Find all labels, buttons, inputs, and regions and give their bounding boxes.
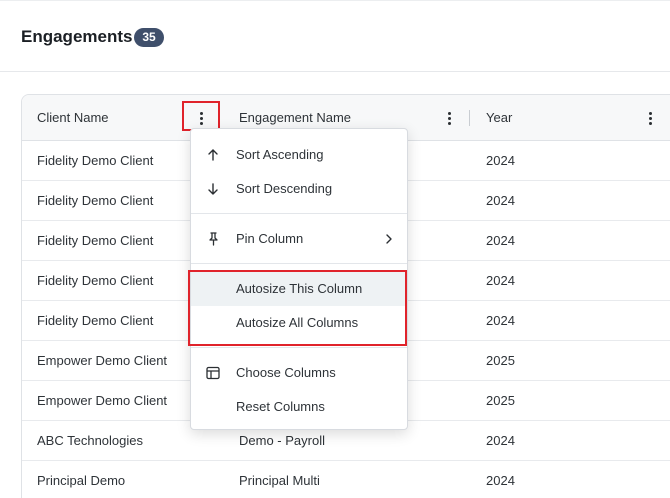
menu-item-choose-columns[interactable]: Choose Columns	[191, 356, 407, 390]
menu-item-label: Choose Columns	[236, 365, 336, 380]
arrow-down-icon	[208, 183, 218, 195]
menu-item-pin-column[interactable]: Pin Column	[191, 222, 407, 256]
year-cell: 2025	[486, 353, 515, 368]
menu-divider	[191, 263, 407, 264]
column-resize-handle[interactable]	[469, 110, 470, 126]
client-cell: Fidelity Demo Client	[37, 153, 154, 168]
menu-item-label: Reset Columns	[236, 399, 325, 414]
menu-item-reset-columns[interactable]: Reset Columns	[191, 390, 407, 424]
column-header-year[interactable]: Year	[486, 95, 512, 141]
menu-divider	[191, 347, 407, 348]
year-cell: 2024	[486, 473, 515, 488]
year-cell: 2024	[486, 433, 515, 448]
kebab-highlight	[182, 101, 220, 131]
client-cell: Fidelity Demo Client	[37, 313, 154, 328]
year-cell: 2024	[486, 193, 515, 208]
year-cell: 2024	[486, 153, 515, 168]
table-row[interactable]: Principal Demo Principal Multi 2024	[22, 461, 670, 498]
year-menu-icon[interactable]	[642, 109, 658, 127]
arrow-up-icon	[208, 149, 218, 161]
client-cell: Principal Demo	[37, 473, 126, 488]
client-cell: Fidelity Demo Client	[37, 233, 154, 248]
year-cell: 2025	[486, 393, 515, 408]
client-cell: Empower Demo Client	[37, 393, 168, 408]
chevron-right-icon	[386, 234, 392, 244]
year-cell: 2024	[486, 233, 515, 248]
client-cell: Empower Demo Client	[37, 353, 168, 368]
page-title: Engagements	[21, 27, 133, 46]
page-header: Engagements 35	[0, 0, 670, 72]
menu-item-label: Pin Column	[236, 231, 304, 246]
year-cell: 2024	[486, 313, 515, 328]
menu-item-sort-descending[interactable]: Sort Descending	[191, 172, 407, 206]
year-cell: 2024	[486, 273, 515, 288]
engagement-name-menu-icon[interactable]	[441, 109, 457, 127]
columns-icon	[206, 366, 220, 380]
client-cell: ABC Technologies	[37, 433, 143, 448]
autosize-highlight	[188, 270, 407, 346]
menu-item-label: Sort Descending	[236, 181, 333, 196]
menu-divider	[191, 213, 407, 214]
column-header-client-name[interactable]: Client Name	[37, 95, 109, 141]
client-cell: Fidelity Demo Client	[37, 273, 154, 288]
menu-item-sort-ascending[interactable]: Sort Ascending	[191, 138, 407, 172]
menu-item-label: Sort Ascending	[236, 147, 324, 162]
client-cell: Fidelity Demo Client	[37, 193, 154, 208]
pin-icon	[209, 232, 218, 246]
count-badge: 35	[134, 28, 164, 47]
engagement-cell: Principal Multi	[239, 473, 320, 488]
